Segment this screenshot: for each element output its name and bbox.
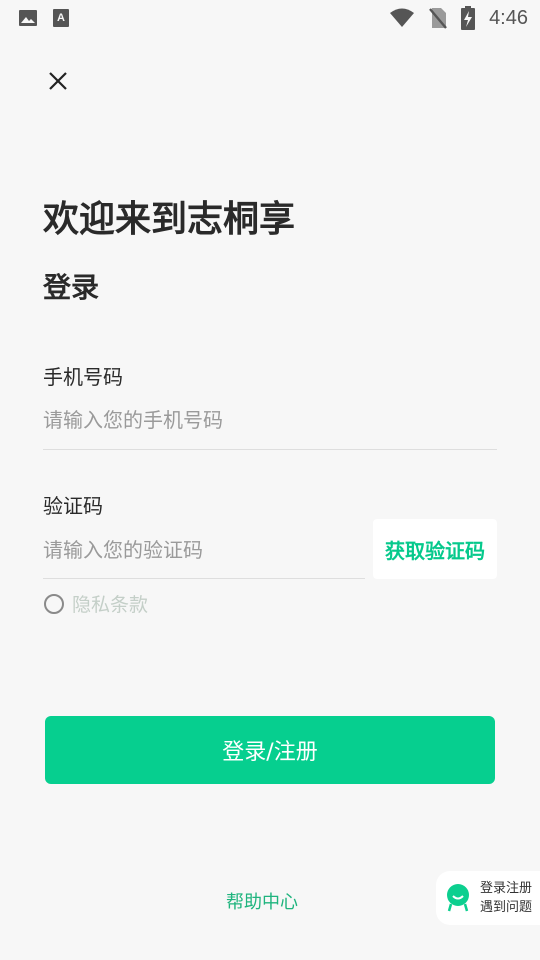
privacy-radio[interactable] <box>44 593 64 614</box>
login-title: 登录 <box>43 271 100 304</box>
close-icon <box>48 71 68 91</box>
keyboard-icon: A <box>52 8 70 28</box>
code-input[interactable] <box>43 530 365 570</box>
status-time: 4:46 <box>489 6 528 29</box>
float-help-line2: 遇到问题 <box>480 900 533 915</box>
login-help-float-button[interactable]: 登录注册 遇到问题 <box>436 871 540 925</box>
status-left: A <box>18 8 70 28</box>
login-register-button[interactable]: 登录/注册 <box>45 716 495 784</box>
help-center-link[interactable]: 帮助中心 <box>226 888 298 914</box>
code-divider <box>43 578 365 579</box>
chat-smile-icon <box>446 884 472 912</box>
wifi-icon <box>389 8 415 28</box>
no-sim-icon <box>429 7 447 29</box>
welcome-title: 欢迎来到志桐享 <box>43 199 296 240</box>
battery-charging-icon <box>461 6 476 30</box>
code-label: 验证码 <box>43 494 103 518</box>
status-bar: A 4:46 <box>0 0 540 36</box>
status-right: 4:46 <box>389 6 528 30</box>
image-icon <box>18 8 38 28</box>
phone-divider <box>43 449 497 450</box>
get-code-button[interactable]: 获取验证码 <box>373 519 497 579</box>
close-button[interactable] <box>40 63 76 99</box>
svg-text:A: A <box>57 12 65 24</box>
privacy-label[interactable]: 隐私条款 <box>72 590 148 617</box>
phone-label: 手机号码 <box>43 365 123 389</box>
privacy-checkbox-row[interactable]: 隐私条款 <box>44 590 148 617</box>
float-help-line1: 登录注册 <box>480 881 533 896</box>
phone-input[interactable] <box>43 400 497 440</box>
float-help-text: 登录注册 遇到问题 <box>480 879 532 917</box>
